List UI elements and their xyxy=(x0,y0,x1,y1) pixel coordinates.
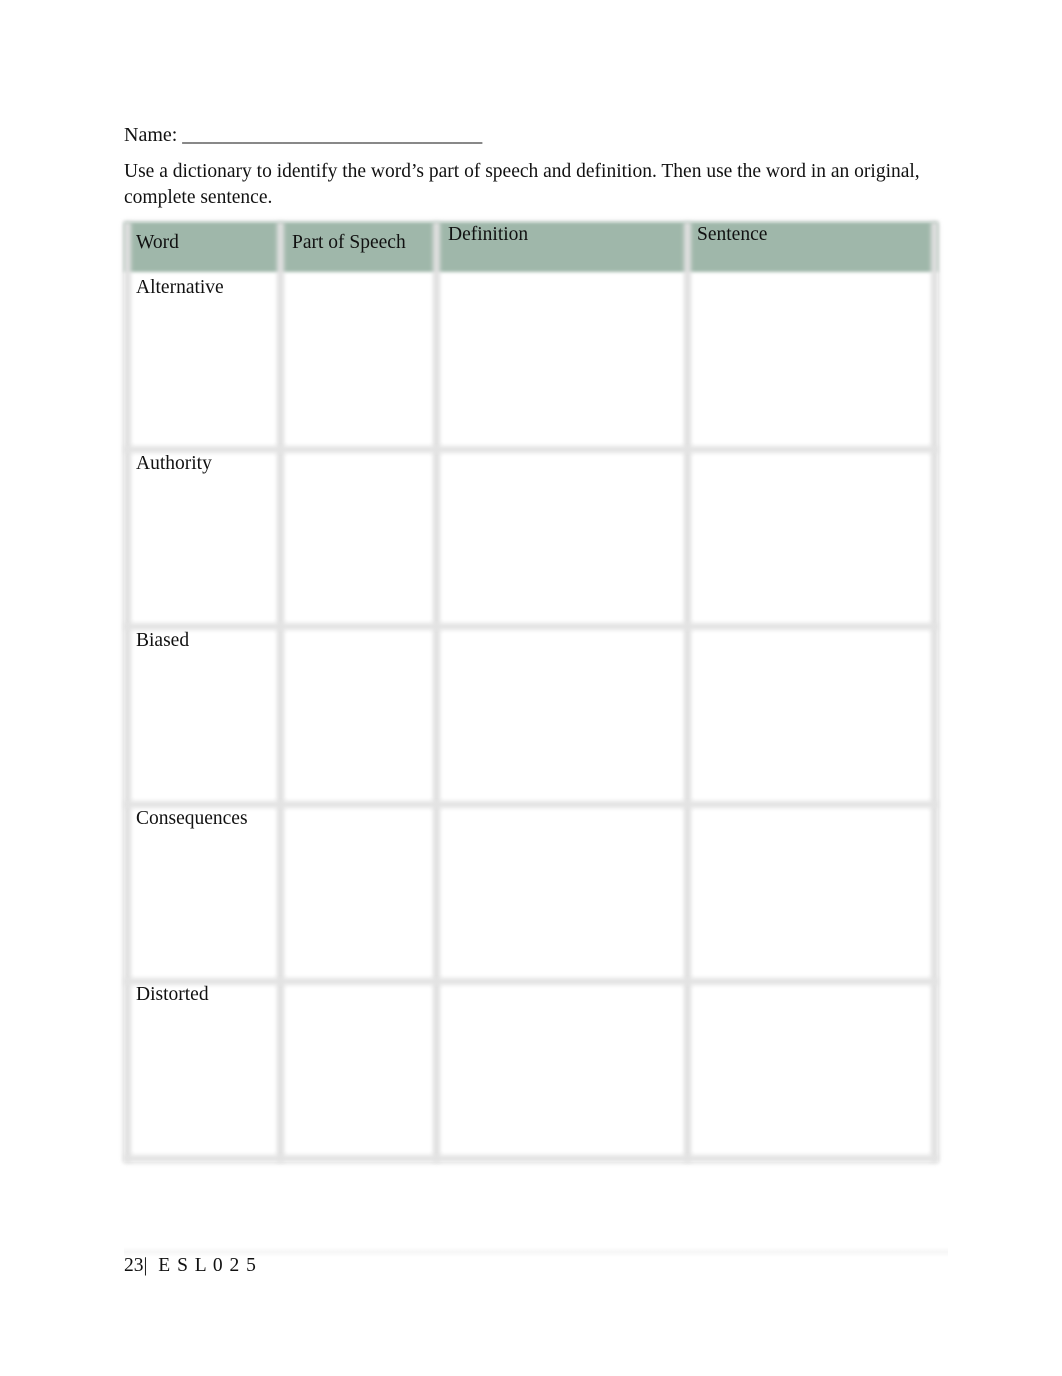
row-divider xyxy=(124,446,938,453)
footer-separator: | xyxy=(143,1255,148,1276)
table-header-background xyxy=(124,222,938,272)
column-header-part-of-speech: Part of Speech xyxy=(292,232,406,253)
table-border-bottom xyxy=(124,1155,938,1162)
instructions: Use a dictionary to identify the word’s … xyxy=(124,161,920,208)
column-header-word: Word xyxy=(136,232,179,253)
table-row-word: Consequences xyxy=(136,808,248,829)
column-divider xyxy=(684,222,691,1162)
column-divider xyxy=(433,222,440,1162)
page-footer: 23| E S L 0 2 5 xyxy=(124,1255,257,1277)
row-divider xyxy=(124,978,938,985)
page-number: 23 xyxy=(124,1255,144,1276)
table-border-right xyxy=(931,222,938,1162)
name-field-label: Name: ______________________________ xyxy=(124,124,483,146)
table-border-left xyxy=(124,222,131,1162)
table-row-word: Distorted xyxy=(136,984,209,1005)
column-header-definition: Definition xyxy=(448,224,529,245)
column-divider xyxy=(277,222,284,1162)
table-row-word: Alternative xyxy=(136,277,224,298)
course-code: E S L 0 2 5 xyxy=(158,1255,257,1276)
column-header-sentence: Sentence xyxy=(697,224,768,245)
vocabulary-table: Word Part of Speech Definition Sentence … xyxy=(124,222,938,1162)
row-divider xyxy=(124,801,938,808)
row-divider xyxy=(124,623,938,630)
table-row-word: Biased xyxy=(136,630,190,651)
table-row-word: Authority xyxy=(136,453,212,474)
